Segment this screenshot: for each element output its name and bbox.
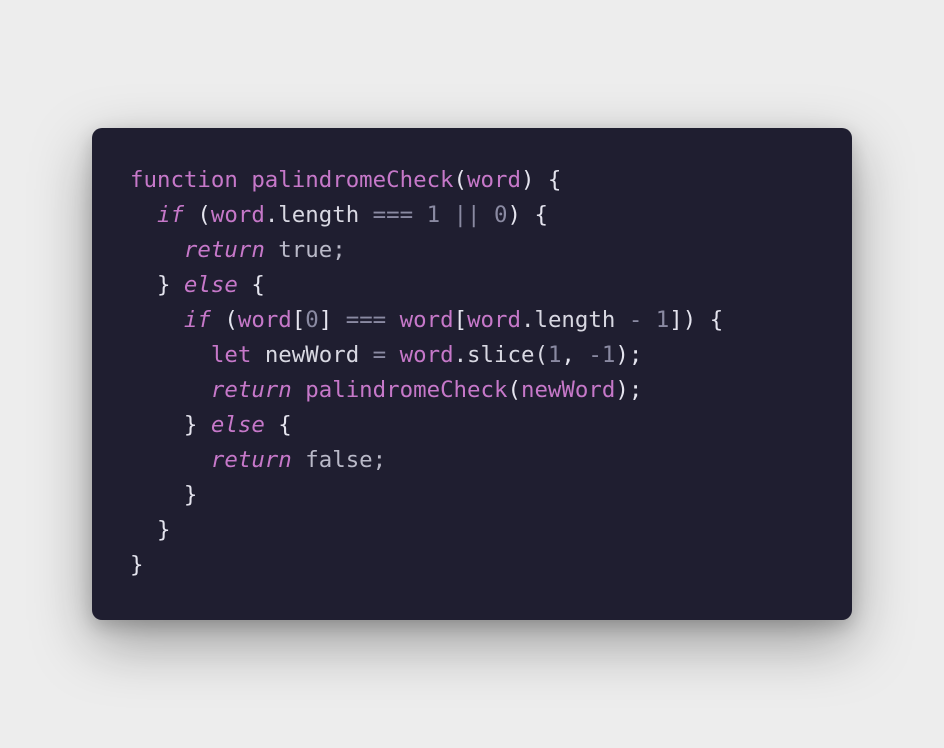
code-line: return palindromeCheck(newWord); [130,373,723,408]
code-token: ( [210,307,238,333]
code-token: palindromeCheck [305,377,508,403]
code-token: ] [318,307,346,333]
code-token: === [345,307,387,333]
code-token: return [210,447,292,473]
code-token: ( [507,377,521,403]
code-token: word [399,342,454,368]
code-token: palindromeCheck [251,167,454,193]
code-token: .length [520,307,629,333]
code-token: , [561,342,589,368]
code-token: if [183,307,211,333]
code-token: word [237,307,292,333]
code-token: .slice( [453,342,548,368]
code-line: if (word.length === 1 || 0) { [130,198,723,233]
code-token: else [183,272,238,298]
code-token: 1 [547,342,562,368]
code-token: 0 [305,307,319,333]
code-line: } [130,548,723,583]
code-line: if (word[0] === word[word.length - 1]) { [130,303,723,338]
code-line: } else { [130,408,723,443]
code-token: ]) { [669,307,724,333]
code-token: 0 [494,202,508,228]
code-token: -1 [588,342,616,368]
code-token: let [210,342,252,368]
code-token: - [628,307,643,333]
code-token: || [453,202,481,228]
code-token: } [130,517,171,543]
code-token: } [130,552,144,578]
code-token: if [156,202,184,228]
code-token: { [237,272,265,298]
code-token: return [210,377,292,403]
code-token: false; [291,447,387,473]
code-token: word [467,167,521,193]
code-token: } [130,272,184,298]
code-token: ) { [507,202,548,228]
code-token: word [210,202,265,228]
code-token: 1 [426,202,441,228]
code-token: newWord [251,342,373,368]
code-line: return false; [130,443,723,478]
code-token: [ [291,307,306,333]
code-line: function palindromeCheck(word) { [130,163,723,198]
code-line: let newWord = word.slice(1, -1); [130,338,723,373]
code-line: } else { [130,268,723,303]
code-token: ( [453,167,468,193]
code-token: 1 [655,307,670,333]
code-token: } [130,412,211,438]
code-snippet-card: function palindromeCheck(word) { if (wor… [92,128,852,620]
code-token: ) { [520,167,562,193]
code-token: ( [183,202,211,228]
code-token: else [210,412,265,438]
code-line: } [130,478,723,513]
code-token: [ [453,307,468,333]
code-token: return [183,237,265,263]
code-token: ); [615,342,643,368]
code-token: { [264,412,292,438]
code-token: word [399,307,454,333]
code-token: newWord [520,377,616,403]
code-token: function [130,167,238,193]
code-token: = [372,342,387,368]
code-block: function palindromeCheck(word) { if (wor… [130,163,723,583]
code-token: word [467,307,521,333]
code-line: return true; [130,233,723,268]
code-token: ); [615,377,643,403]
code-token: } [130,482,198,508]
code-token: .length [264,202,373,228]
code-token: true; [264,237,346,263]
code-line: } [130,513,723,548]
code-token: === [372,202,414,228]
